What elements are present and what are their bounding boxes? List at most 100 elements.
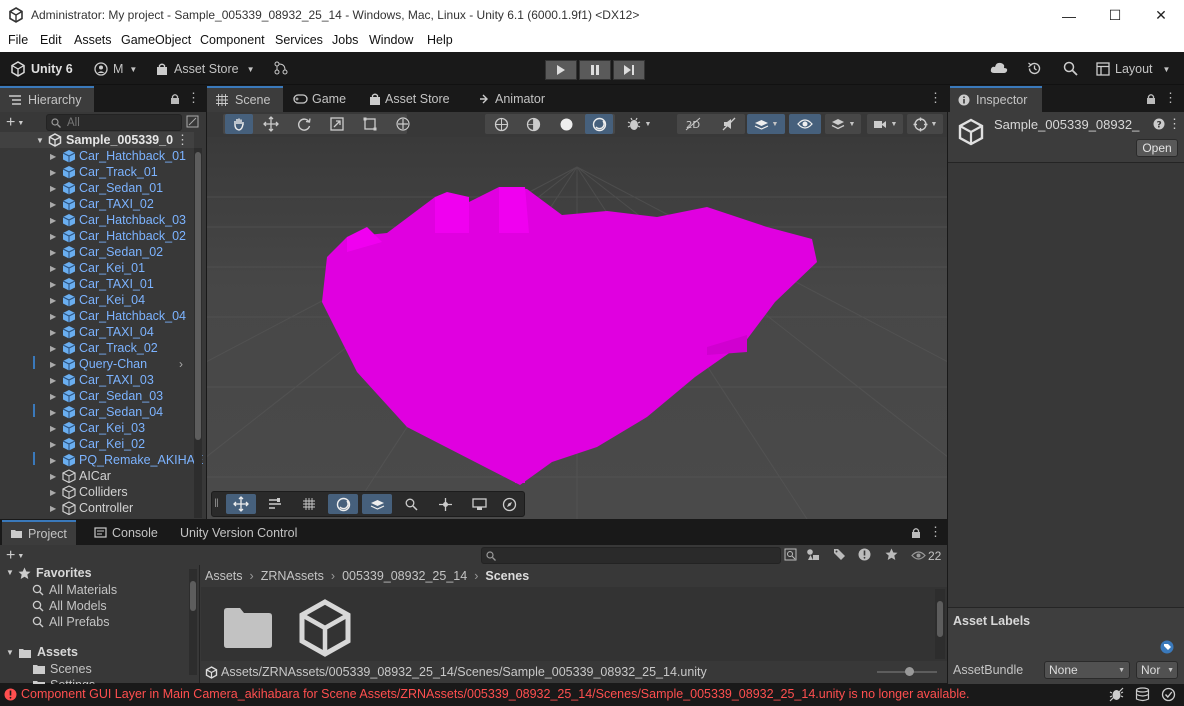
menu-assets[interactable]: Assets [74,33,112,47]
rotate-tool-button[interactable] [290,114,318,134]
label-filter-icon[interactable] [833,548,846,561]
search-mode-icon[interactable] [784,548,797,561]
hierarchy-item[interactable]: ▶ Controller [0,500,200,516]
minimize-button[interactable]: — [1046,0,1092,31]
tag-icon[interactable] [1160,640,1174,654]
kebab-menu-icon[interactable]: ⋮ [1168,116,1181,132]
tab-scene[interactable]: Scene [207,86,283,112]
hierarchy-item[interactable]: ▶ Car_TAXI_02 [0,196,200,212]
status-message[interactable]: Component GUI Layer in Main Camera_akiha… [21,687,970,701]
expand-arrow-icon[interactable]: ▶ [50,232,58,241]
hierarchy-item[interactable]: ▶ Car_Hatchback_03 [0,212,200,228]
project-search-input[interactable] [481,547,781,564]
expand-arrow-icon[interactable]: ▶ [50,344,58,353]
hierarchy-item[interactable]: ▶ Car_TAXI_01 [0,276,200,292]
camera-dropdown[interactable]: ▼ [867,114,903,134]
maximize-button[interactable]: ☐ [1092,0,1138,31]
overlay-layers-button[interactable] [362,494,392,514]
hierarchy-item[interactable]: ▶ AICar [0,468,200,484]
hierarchy-item[interactable]: ▶ Car_TAXI_03 [0,372,200,388]
unity-scene-asset-icon[interactable] [298,599,352,657]
layout-dropdown[interactable]: Layout ▼ [1096,60,1170,78]
kebab-menu-icon[interactable]: ⋮ [929,91,942,105]
rect-tool-button[interactable] [356,114,384,134]
icon-size-slider[interactable] [877,667,937,676]
scene-visibility-icon[interactable] [186,115,199,128]
hierarchy-item[interactable]: ▶ Car_Kei_04 [0,292,200,308]
open-prefab-arrow-icon[interactable]: › [179,357,183,371]
breadcrumb-assets[interactable]: Assets [205,569,243,583]
transform-tool-button[interactable] [389,114,417,134]
hierarchy-search-input[interactable]: All [46,114,182,131]
hand-tool-button[interactable] [225,114,253,134]
tab-animator[interactable]: Animator [471,86,553,112]
shaded-wireframe-button[interactable] [519,114,547,134]
project-add-button[interactable]: + ▼ [6,547,24,565]
shaded-button[interactable] [552,114,580,134]
overlay-grid-button[interactable] [294,494,324,514]
hierarchy-item[interactable]: ▶ Car_Kei_02 [0,436,200,452]
expand-arrow-icon[interactable]: ▶ [50,360,58,369]
overlay-snap-button[interactable] [430,494,460,514]
lit-mode-button[interactable] [585,114,613,134]
slider-thumb[interactable] [905,667,914,676]
expand-arrow-icon[interactable]: ▶ [50,296,58,305]
star-icon[interactable] [885,548,898,561]
search-icon[interactable] [1063,61,1078,76]
kebab-menu-icon[interactable]: ⋮ [176,132,189,148]
expand-arrow-icon[interactable]: ▶ [50,504,58,513]
scrollbar-thumb[interactable] [937,601,943,637]
cache-server-icon[interactable] [1135,687,1150,702]
hierarchy-item[interactable]: ▶ Query-Chan › [0,356,200,372]
expand-arrow-icon[interactable]: ▶ [50,376,58,385]
expand-arrow-icon[interactable]: ▶ [50,424,58,433]
tab-asset-store[interactable]: Asset Store [361,86,458,112]
scrollbar-thumb[interactable] [190,581,196,611]
menu-file[interactable]: File [8,33,28,47]
overlay-search-button[interactable] [396,494,426,514]
menu-gameobject[interactable]: GameObject [121,33,191,47]
hierarchy-item[interactable]: ▶ Car_Sedan_01 [0,180,200,196]
menu-services[interactable]: Services [275,33,323,47]
tab-version-control[interactable]: Unity Version Control [172,520,305,545]
filter-type-icon[interactable] [806,548,820,561]
play-button[interactable] [545,60,577,80]
scale-tool-button[interactable] [323,114,351,134]
step-button[interactable] [613,60,645,80]
overlay-move-button[interactable] [226,494,256,514]
expand-arrow-icon[interactable]: ▶ [50,408,58,417]
expand-arrow-icon[interactable]: ▶ [50,280,58,289]
asset-store-dropdown[interactable]: Asset Store ▼ [156,60,255,78]
breadcrumb-zrnassets[interactable]: ZRNAssets [261,569,324,583]
hierarchy-item[interactable]: ▶ Car_Sedan_02 [0,244,200,260]
menu-component[interactable]: Component [200,33,265,47]
breadcrumb-folder[interactable]: 005339_08932_25_14 [342,569,467,583]
breadcrumb-scenes[interactable]: Scenes [485,569,529,583]
drag-handle[interactable]: ‖ [214,496,219,510]
expand-arrow-icon[interactable]: ▶ [50,168,58,177]
project-tree-scrollbar[interactable] [189,569,197,675]
lock-icon[interactable] [170,93,180,105]
assets-root-label[interactable]: Assets [37,645,78,659]
audio-toggle-button[interactable] [715,114,743,134]
hierarchy-item[interactable]: ▶ Car_Hatchback_04 [0,308,200,324]
overlay-compass-button[interactable] [494,494,524,514]
expand-arrow-icon[interactable]: ▶ [50,264,58,273]
asset-bundle-select[interactable]: None ▼ [1044,661,1130,679]
layers-dropdown[interactable]: ▼ [825,114,861,134]
kebab-menu-icon[interactable]: ⋮ [929,525,942,539]
help-icon[interactable]: ? [1153,118,1165,130]
history-icon[interactable] [1027,61,1042,76]
hierarchy-item[interactable]: ▶ PQ_Remake_AKIHAE [0,452,203,468]
asset-bundle-variant-select[interactable]: Nor ▼ [1136,661,1178,679]
favorite-all-materials[interactable]: All Materials [32,582,117,598]
gizmos-dropdown[interactable]: ▼ [907,114,943,134]
kebab-menu-icon[interactable]: ⋮ [187,91,200,105]
tab-hierarchy[interactable]: Hierarchy [0,86,94,112]
favorite-all-models[interactable]: All Models [32,598,107,614]
scene-viewport[interactable]: ‖ [207,137,947,519]
bug-icon[interactable] [1109,687,1124,702]
version-control-icon[interactable] [274,61,288,75]
folder-scenes[interactable]: Scenes [32,661,92,677]
expand-arrow-icon[interactable]: ▶ [50,152,58,161]
